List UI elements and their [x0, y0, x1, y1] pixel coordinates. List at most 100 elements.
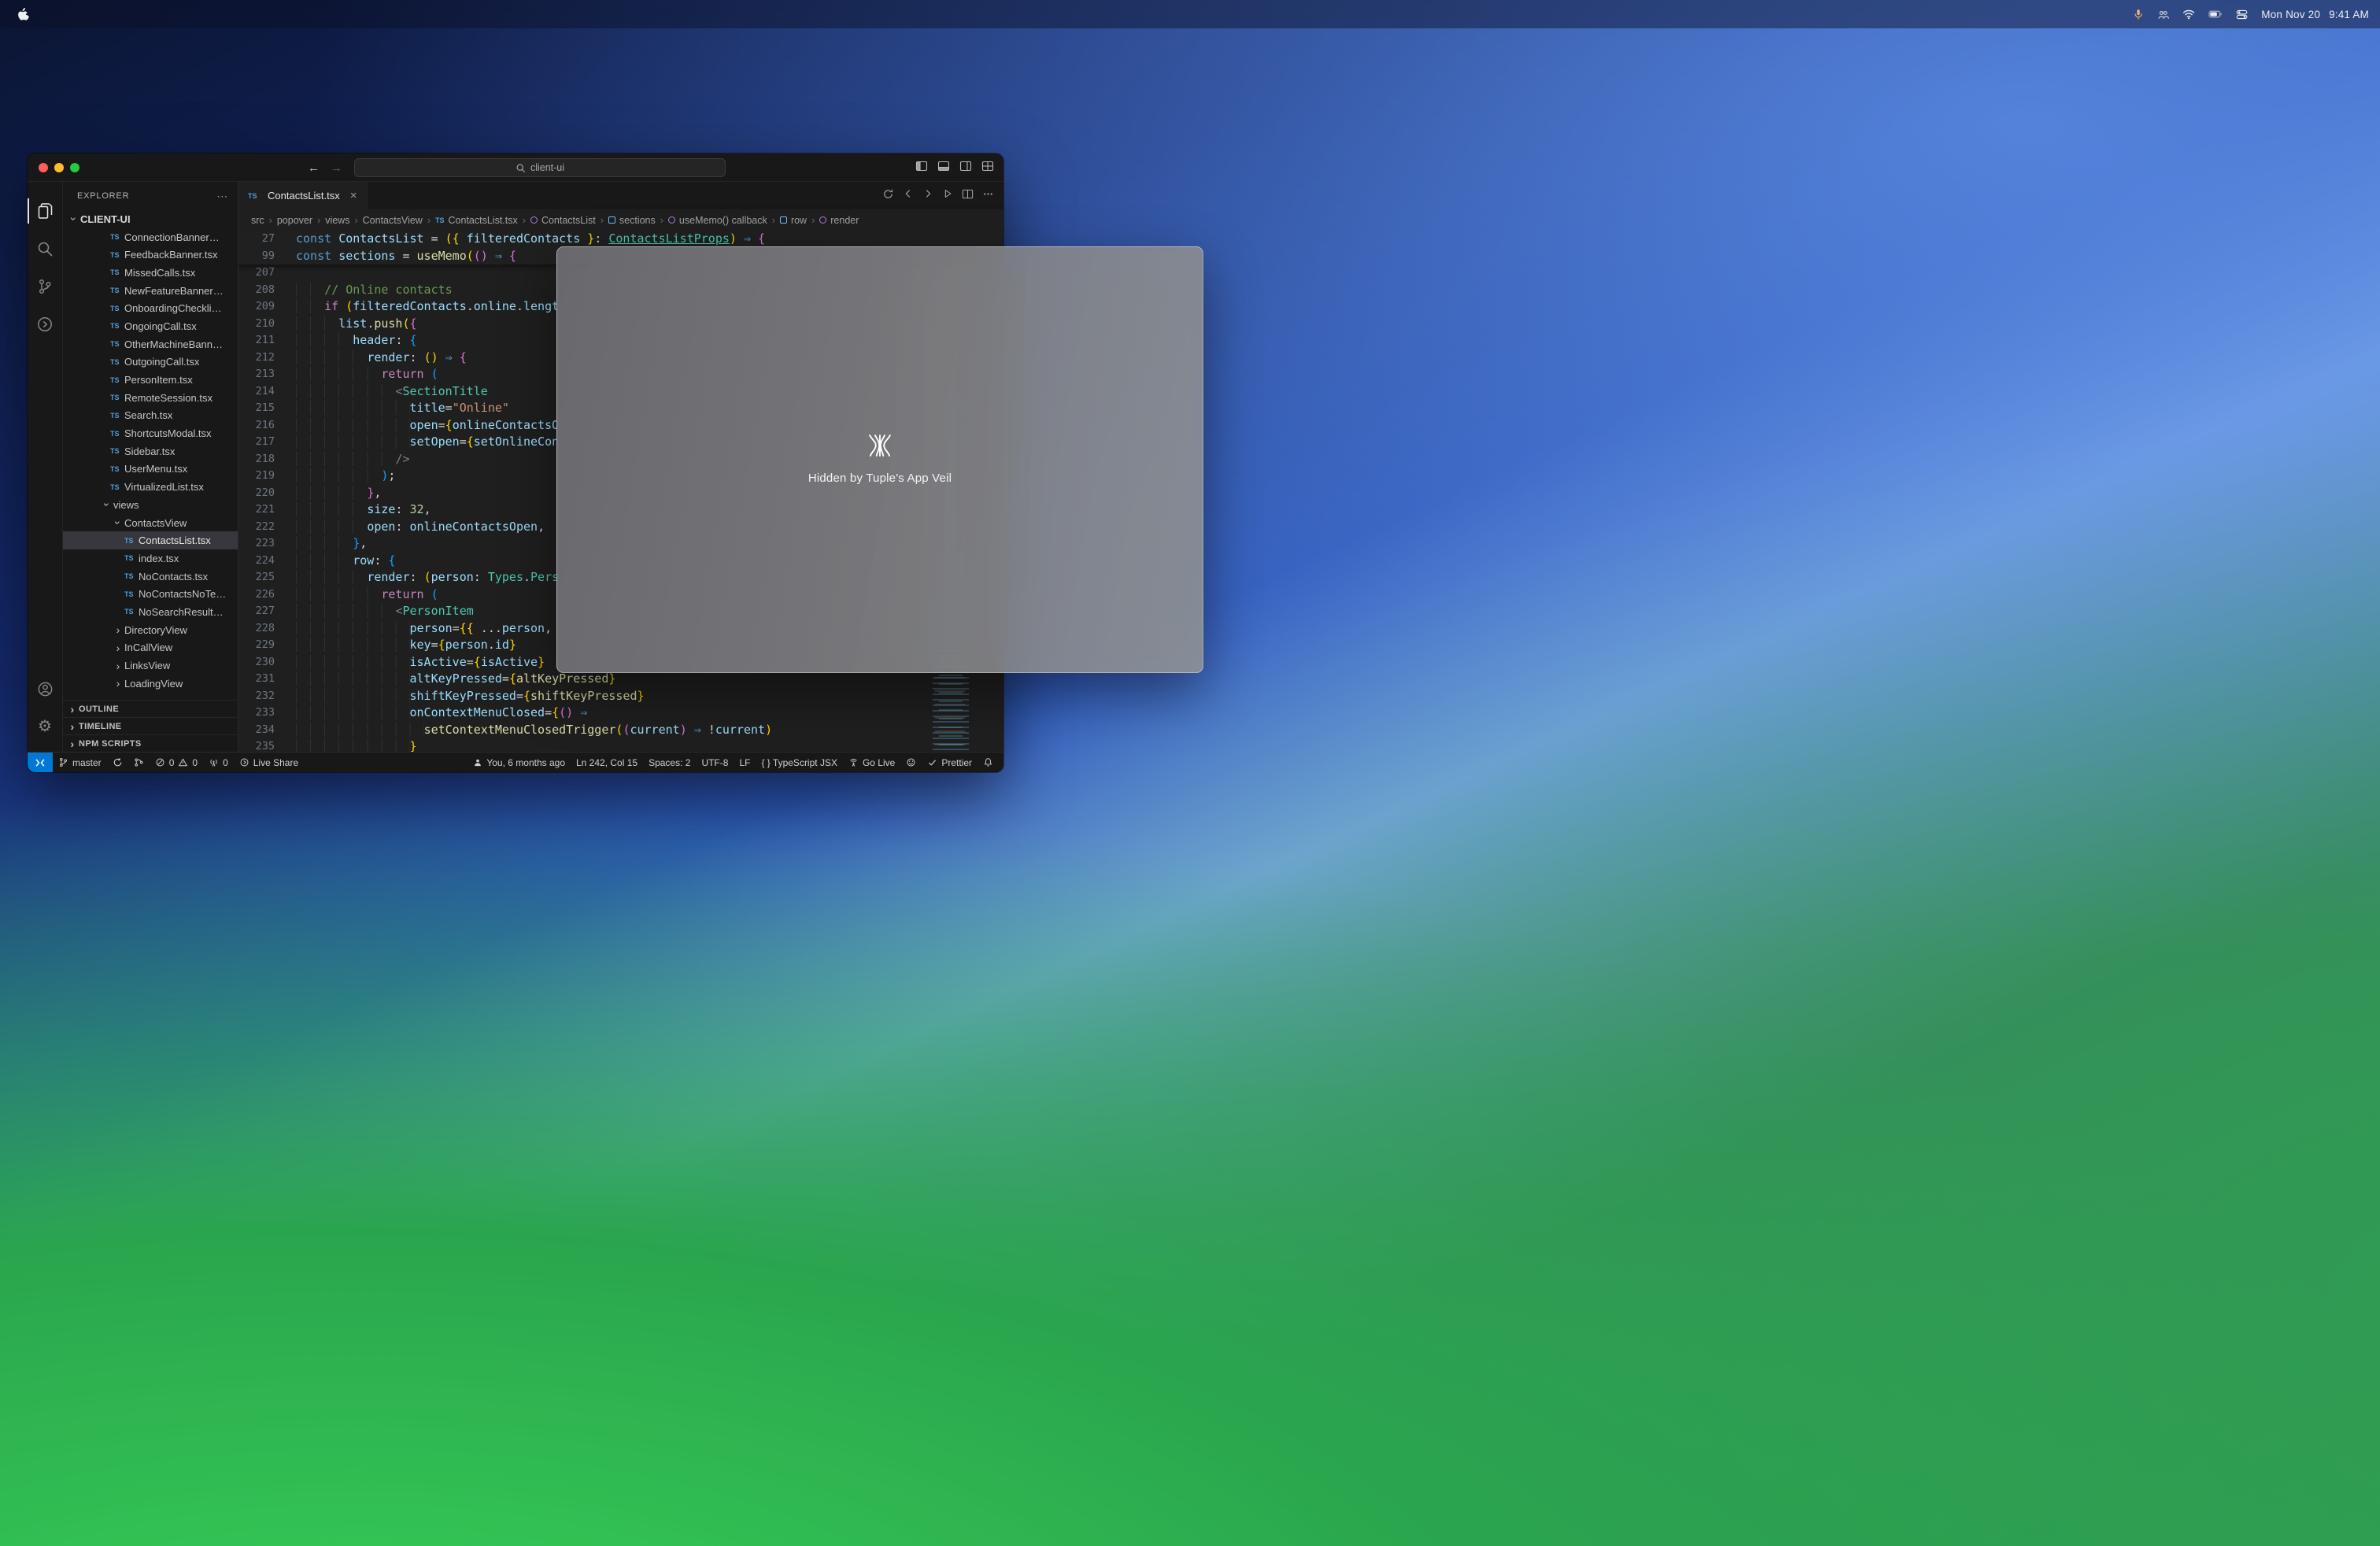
command-center-search[interactable]: client-ui	[354, 158, 726, 177]
minimize-button[interactable]	[54, 163, 64, 172]
open-changes-icon[interactable]	[882, 188, 894, 204]
breadcrumb-popover[interactable]: popover	[277, 215, 312, 226]
battery-icon[interactable]	[2208, 8, 2223, 20]
breadcrumb-label: views	[325, 215, 349, 226]
folder-client-ui[interactable]: ›CLIENT-UI	[63, 210, 238, 228]
file-outgoingcall-tsx[interactable]: TSOutgoingCall.tsx	[63, 353, 238, 372]
breadcrumb-usememo-callback[interactable]: useMemo() callback	[668, 215, 767, 226]
code-line-231[interactable]: 231 altKeyPressed={altKeyPressed}	[238, 671, 1003, 688]
cursor-position[interactable]: Ln 242, Col 15	[571, 753, 643, 772]
history-back-icon[interactable]: ←	[308, 161, 320, 175]
breadcrumb-contactslist[interactable]: ContactsList	[530, 215, 596, 226]
file-index-tsx[interactable]: TSindex.tsx	[63, 549, 238, 568]
file-remotesession-tsx[interactable]: TSRemoteSession.tsx	[63, 389, 238, 407]
folder-incallview[interactable]: ›InCallView	[63, 639, 238, 657]
file-nosearchresult-[interactable]: TSNoSearchResult…	[63, 603, 238, 621]
breadcrumb-row[interactable]: row	[780, 215, 807, 226]
file-ongoingcall-tsx[interactable]: TSOngoingCall.tsx	[63, 317, 238, 335]
folder-loadingview[interactable]: ›LoadingView	[63, 675, 238, 693]
split-editor-icon[interactable]	[962, 188, 974, 204]
toggle-secondary-sidebar-icon[interactable]	[959, 160, 972, 176]
tuple-menu-icon[interactable]	[2157, 9, 2169, 20]
wifi-icon[interactable]	[2182, 8, 2195, 20]
file-sidebar-tsx[interactable]: TSSidebar.tsx	[63, 442, 238, 460]
indentation[interactable]: Spaces: 2	[643, 753, 696, 772]
feedback[interactable]	[900, 753, 922, 772]
file-missedcalls-tsx[interactable]: TSMissedCalls.tsx	[63, 264, 238, 282]
menu-bar-time[interactable]: 9:41 AM	[2329, 9, 2369, 20]
file-search-tsx[interactable]: TSSearch.tsx	[63, 407, 238, 425]
settings-gear-icon[interactable]: ⚙	[28, 708, 63, 745]
menu-bar-date[interactable]: Mon Nov 20	[2261, 9, 2320, 20]
customize-layout-icon[interactable]	[981, 160, 994, 176]
breadcrumb-views[interactable]: views	[325, 215, 349, 226]
panel-npm-scripts[interactable]: ›NPM SCRIPTS	[63, 734, 238, 752]
breadcrumb-render[interactable]: render	[819, 215, 859, 226]
file-personitem-tsx[interactable]: TSPersonItem.tsx	[63, 371, 238, 389]
code-line-233[interactable]: 233 onContextMenuClosed={() ⇒	[238, 705, 1003, 722]
file-othermachinebann-[interactable]: TSOtherMachineBann…	[63, 335, 238, 353]
breadcrumb-src[interactable]: src	[251, 215, 264, 226]
panel-timeline[interactable]: ›TIMELINE	[63, 717, 238, 734]
breadcrumb-contactslist-tsx[interactable]: TSContactsList.tsx	[435, 215, 518, 226]
tuple-veil-window[interactable]: Hidden by Tuple's App Veil	[556, 246, 1203, 673]
control-center-icon[interactable]	[2236, 9, 2248, 20]
folder-linksview[interactable]: ›LinksView	[63, 656, 238, 675]
gitlens-blame[interactable]: You, 6 months ago	[468, 753, 571, 772]
tab-contactslist[interactable]: TS ContactsList.tsx ×	[238, 182, 368, 209]
remote-indicator[interactable]	[28, 753, 53, 772]
file-usermenu-tsx[interactable]: TSUserMenu.tsx	[63, 460, 238, 479]
code-line-27[interactable]: 27const ContactsList = ({ filteredContac…	[238, 231, 1003, 248]
breadcrumb-sections[interactable]: sections	[608, 215, 656, 226]
folder-contactsview[interactable]: ›ContactsView	[63, 514, 238, 532]
more-actions-icon[interactable]	[982, 188, 994, 204]
file-contactslist-tsx[interactable]: TSContactsList.tsx	[63, 531, 238, 549]
panel-outline[interactable]: ›OUTLINE	[63, 700, 238, 717]
file-onboardingcheckli-[interactable]: TSOnboardingCheckli…	[63, 299, 238, 317]
toggle-panel-icon[interactable]	[937, 160, 950, 176]
file-virtualizedlist-tsx[interactable]: TSVirtualizedList.tsx	[63, 478, 238, 496]
file-shortcutsmodal-tsx[interactable]: TSShortcutsModal.tsx	[63, 424, 238, 442]
live-share-icon[interactable]	[28, 305, 63, 343]
file-connectionbanner-[interactable]: TSConnectionBanner…	[63, 228, 238, 246]
explorer-icon[interactable]	[28, 192, 63, 230]
run-debug-icon[interactable]	[942, 188, 953, 203]
close-tab-icon[interactable]: ×	[350, 189, 357, 202]
problems[interactable]: 00	[150, 753, 203, 772]
ports[interactable]: 0	[203, 753, 234, 772]
account-icon[interactable]	[28, 670, 63, 708]
git-graph[interactable]	[128, 753, 150, 772]
code-line-235[interactable]: 235 }	[238, 738, 1003, 752]
file-nocontactsnote-[interactable]: TSNoContactsNoTe…	[63, 585, 238, 603]
code-line-234[interactable]: 234 setContextMenuClosedTrigger((current…	[238, 722, 1003, 739]
toggle-primary-sidebar-icon[interactable]	[915, 160, 928, 176]
explorer-more-actions-icon[interactable]: ⋯	[216, 190, 228, 203]
zoom-button[interactable]	[70, 163, 79, 172]
history-forward-icon[interactable]: →	[331, 161, 342, 175]
folder-directoryview[interactable]: ›DirectoryView	[63, 621, 238, 639]
window-titlebar[interactable]: ← → client-ui	[28, 153, 1003, 182]
prettier[interactable]: Prettier	[922, 753, 978, 772]
previous-change-icon[interactable]	[903, 188, 914, 203]
next-change-icon[interactable]	[922, 188, 933, 203]
file-nocontacts-tsx[interactable]: TSNoContacts.tsx	[63, 568, 238, 586]
code-line-232[interactable]: 232 shiftKeyPressed={shiftKeyPressed}	[238, 688, 1003, 705]
folder-views[interactable]: ›views	[63, 496, 238, 514]
apple-menu-icon[interactable]	[17, 8, 29, 21]
encoding[interactable]: UTF-8	[696, 753, 734, 772]
breadcrumb-contactsview[interactable]: ContactsView	[363, 215, 423, 226]
radio-icon	[209, 757, 219, 767]
search-icon[interactable]	[28, 230, 63, 268]
file-newfeaturebanner-[interactable]: TSNewFeatureBanner…	[63, 282, 238, 300]
notifications[interactable]	[978, 753, 999, 772]
git-branch[interactable]: master	[53, 753, 107, 772]
eol[interactable]: LF	[734, 753, 756, 772]
file-feedbackbanner-tsx[interactable]: TSFeedbackBanner.tsx	[63, 246, 238, 264]
language-mode[interactable]: { } TypeScript JSX	[756, 753, 843, 772]
source-control-icon[interactable]	[28, 268, 63, 305]
go-live[interactable]: Go Live	[843, 753, 900, 772]
live-share[interactable]: Live Share	[234, 753, 304, 772]
mic-icon[interactable]	[2133, 9, 2144, 20]
git-sync[interactable]	[107, 753, 128, 772]
close-button[interactable]	[39, 163, 48, 172]
